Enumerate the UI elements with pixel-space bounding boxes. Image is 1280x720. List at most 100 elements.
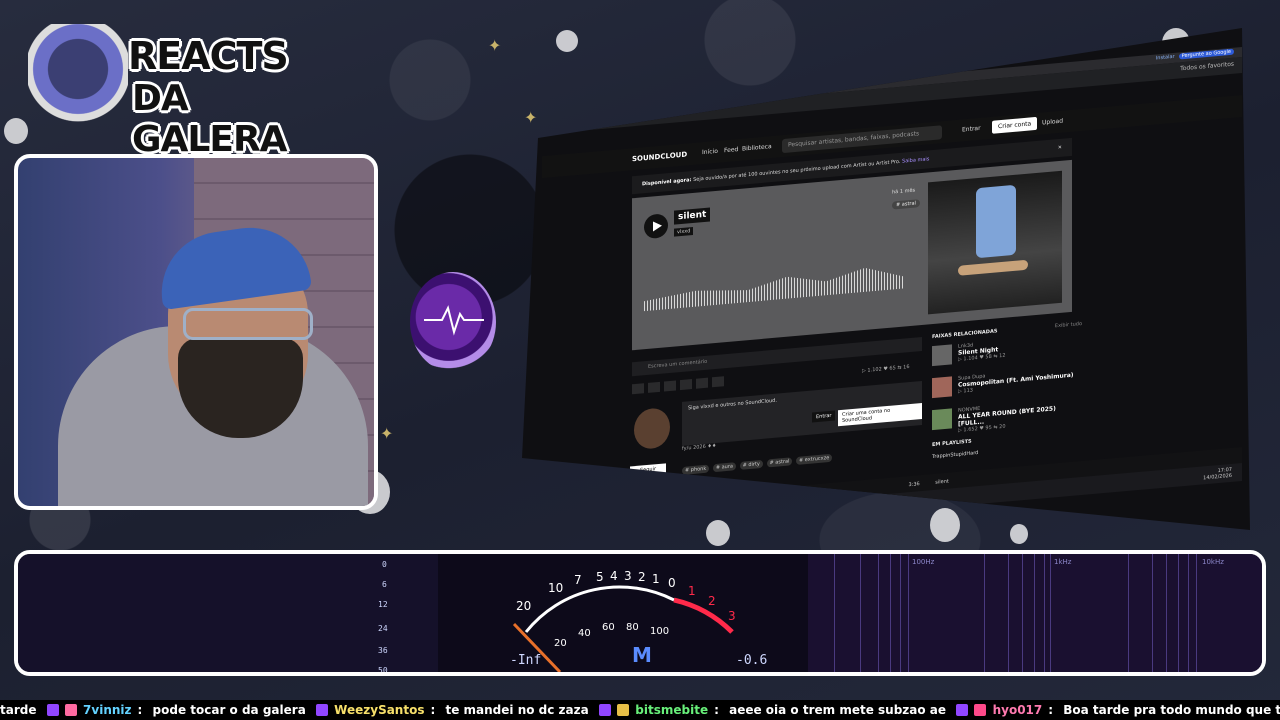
- related-thumb: [932, 408, 952, 431]
- heartbeat-line-icon: [424, 305, 484, 336]
- badge-icon: [64, 704, 77, 716]
- chat-message: Boa tarde pra todo mundo que tá chegando: [1063, 703, 1280, 717]
- tag-item[interactable]: # phonk: [682, 464, 710, 475]
- chat-separator: :: [714, 703, 719, 717]
- freq-gridline: [1166, 554, 1167, 672]
- twitch-icon: [46, 704, 59, 716]
- spectrum-analyzer: 100Hz 1kHz 10kHz: [808, 554, 1262, 672]
- vu-red-arc: [673, 597, 734, 634]
- player-time: 0:03: [655, 503, 667, 511]
- freq-gridline: [834, 554, 835, 672]
- level-tick: 36: [378, 646, 388, 655]
- repost-icon[interactable]: [648, 381, 660, 393]
- freq-gridline: [878, 554, 879, 672]
- banner-link[interactable]: Saiba mais: [902, 156, 929, 164]
- windows-start-icon[interactable]: ⊞: [542, 529, 546, 530]
- chat-message: te mandei no dc zaza: [445, 703, 589, 717]
- chat-message: tarde: [0, 703, 37, 717]
- freq-gridline: [1044, 554, 1045, 672]
- freq-gridline: [890, 554, 891, 672]
- tag-item[interactable]: # astral: [766, 457, 793, 468]
- share-icon[interactable]: [664, 380, 676, 392]
- freq-gridline: [1196, 554, 1197, 672]
- track-artist[interactable]: vlxxd: [674, 226, 694, 237]
- freq-gridline: [908, 554, 909, 672]
- playlist-icon[interactable]: [696, 377, 708, 389]
- soundcloud-logo[interactable]: SOUNDCLOUD: [632, 150, 687, 163]
- freq-gridline: [1188, 554, 1189, 672]
- nav-library[interactable]: Biblioteca: [742, 143, 772, 153]
- twitch-icon: [598, 704, 611, 716]
- create-account-button[interactable]: Criar conta: [992, 116, 1038, 134]
- chat-separator: :: [137, 703, 143, 717]
- taskbar-search[interactable]: Pesquisar: [548, 527, 572, 530]
- related-tracks: FAIXAS RELACIONADAS Exibir tudo Lnk3d Si…: [932, 321, 1082, 460]
- player-play-icon[interactable]: ⏮ ▶ ⏭: [630, 505, 646, 512]
- like-icon[interactable]: [632, 383, 644, 395]
- captured-screen: SoundCloud | Pesquisa Google Pergunte ao…: [522, 28, 1250, 530]
- twitch-icon: [315, 704, 328, 716]
- nav-feed[interactable]: Feed: [724, 146, 738, 154]
- level-tick: 0: [382, 560, 387, 569]
- track-actions: [632, 376, 724, 395]
- follow-create-button[interactable]: Criar uma conta no SoundCloud: [838, 402, 922, 427]
- freq-gridline: [860, 554, 861, 672]
- webcam-frame: [14, 154, 378, 510]
- tag-item[interactable]: # aura: [712, 462, 736, 473]
- vu-label: 0: [668, 576, 676, 590]
- upload-link[interactable]: Upload: [1042, 118, 1063, 127]
- windows-taskbar: ⊞ Pesquisar 17:07 14/02/2026: [532, 462, 1242, 530]
- close-icon[interactable]: ✕: [1058, 145, 1062, 151]
- freq-gridline: [900, 554, 901, 672]
- login-button[interactable]: Entrar: [962, 125, 981, 134]
- level-tick: 50: [378, 666, 388, 675]
- more-icon[interactable]: [712, 376, 724, 388]
- install-button[interactable]: Instalar: [1156, 54, 1175, 62]
- logo-line-1: REACTS: [128, 34, 289, 78]
- freq-gridline: [984, 554, 985, 672]
- freq-gridline: [1128, 554, 1129, 672]
- search-input[interactable]: Pesquisar artistas, bandas, faixas, podc…: [782, 125, 942, 154]
- chat-user: 7vinniz: [83, 703, 132, 717]
- star-decoration-icon: ✦: [380, 424, 394, 443]
- tag-item[interactable]: # extrucxze: [796, 453, 833, 465]
- tab-google[interactable]: Pesquisa Google: [588, 102, 629, 112]
- track-title: silent: [674, 207, 711, 225]
- see-all-link[interactable]: Exibir tudo: [1055, 321, 1082, 329]
- level-tick: 24: [378, 624, 388, 633]
- vu-left-reading: -Inf: [510, 653, 541, 668]
- chat-message: aeee oia o trem mete subzao ae: [729, 703, 947, 717]
- freq-gridline: [1050, 554, 1051, 672]
- related-thumb: [932, 344, 952, 367]
- vu-mode: M: [632, 643, 652, 667]
- cover-jeans: [976, 184, 1016, 259]
- vu-inner-label: 60: [602, 622, 615, 633]
- freq-gridline: [1178, 554, 1179, 672]
- bookmarks-label[interactable]: Todos os favoritos: [1180, 61, 1234, 73]
- vu-inner-label: 20: [554, 638, 567, 649]
- tab-soundcloud[interactable]: SoundCloud: [550, 106, 580, 115]
- track-tag[interactable]: # astral: [892, 199, 920, 210]
- audio-meter-panel: 0 6 12 24 36 50 20 10 7 5 4 3 2 1 0 1 2 …: [14, 550, 1266, 676]
- follow-login-button[interactable]: Entrar: [812, 410, 836, 423]
- star-decoration-icon: ✦: [524, 108, 538, 127]
- waveform[interactable]: [644, 261, 904, 324]
- vu-label: 2: [638, 570, 646, 584]
- follow-button[interactable]: Seguir: [630, 463, 667, 477]
- artist-avatar[interactable]: [634, 406, 670, 451]
- player-now[interactable]: silent: [935, 479, 949, 486]
- bubble-decoration: [930, 508, 960, 542]
- follow-prompt: Siga vlxxd e outros no SoundCloud. Entra…: [682, 380, 922, 446]
- tag-list: # phonk # aura # dirty # astral # extruc…: [682, 453, 834, 475]
- tag-item[interactable]: # dirty: [739, 459, 763, 470]
- play-button[interactable]: [644, 213, 668, 240]
- url-text: soundcloud.com/hmm/silent: [550, 113, 636, 128]
- vu-label: 10: [548, 581, 563, 595]
- channel-logo: REACTS DA GALERA: [24, 16, 289, 160]
- vu-label: 20: [516, 599, 531, 613]
- vu-inner-label: 100: [650, 626, 669, 637]
- badge-icon: [617, 704, 630, 716]
- copy-icon[interactable]: [680, 379, 692, 391]
- nav-home[interactable]: Início: [702, 148, 718, 156]
- banner-bold: Disponível agora:: [642, 177, 692, 188]
